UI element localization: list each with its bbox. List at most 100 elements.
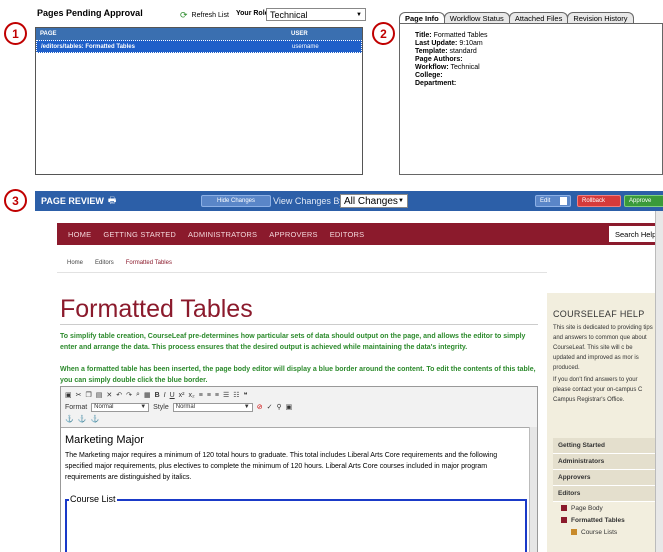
info-last-update: Last Update: 9:10am <box>415 40 483 47</box>
tab-attached-files[interactable]: Attached Files <box>508 12 569 23</box>
rollback-button[interactable]: Rollback <box>577 195 621 207</box>
redo-icon[interactable]: ↷ <box>126 391 132 399</box>
sidebar-item-course-lists[interactable]: Course Lists <box>553 526 655 538</box>
delete-icon[interactable]: ✕ <box>106 391 112 399</box>
row-user: username <box>292 43 319 50</box>
bold-icon[interactable]: B <box>155 392 160 399</box>
align-right-icon[interactable]: ≡ <box>215 392 219 399</box>
col-page: PAGE <box>40 31 57 37</box>
tab-page-info[interactable]: Page Info <box>399 12 445 23</box>
quote-icon[interactable]: ❝ <box>244 391 248 399</box>
edit-label: Edit <box>540 198 551 204</box>
cut-icon[interactable]: ✂ <box>76 391 82 399</box>
nav-getting-started[interactable]: GETTING STARTED <box>103 230 176 239</box>
link-icon[interactable]: ⚲ <box>276 403 281 411</box>
sidebar-item-formatted-tables[interactable]: Formatted Tables <box>553 514 655 526</box>
save-icon[interactable]: ▣ <box>65 391 72 399</box>
refresh-icon: ⟳ <box>180 10 188 20</box>
sidebar-title: COURSELEAF HELP <box>553 309 645 319</box>
page-body-editor: ▣ ✂ ❐ ▤ ✕ ↶ ↷ ⌕ ▦ B I U x² x₂ ≡ ≡ ≡ ☰ ☷ … <box>60 386 538 552</box>
role-select[interactable]: Technical ▼ <box>266 8 366 21</box>
numbered-list-icon[interactable]: ☰ <box>223 391 229 399</box>
editor-scrollbar[interactable] <box>529 427 537 552</box>
paste-icon[interactable]: ▤ <box>96 391 103 399</box>
anchor-2-icon[interactable]: ⚓ <box>78 415 87 423</box>
marketing-paragraph: The Marketing major requires a minimum o… <box>65 452 498 481</box>
chevron-down-icon: ▼ <box>356 11 362 18</box>
copy-icon[interactable]: ❐ <box>86 391 92 399</box>
subscript-icon[interactable]: x₂ <box>189 392 195 399</box>
search-placeholder: Search Help <box>615 229 657 239</box>
table-icon[interactable]: ▦ <box>144 391 151 399</box>
edit-button[interactable]: Edit <box>535 195 571 207</box>
format-label: Format <box>65 403 88 411</box>
sidebar-item-approvers[interactable]: Approvers <box>553 470 655 486</box>
bulleted-list-icon[interactable]: ☷ <box>233 391 239 399</box>
page-info-fields: Title: Formatted Tables Last Update: 9:1… <box>415 32 488 88</box>
course-list-table[interactable]: Course List <box>65 494 527 552</box>
find-icon[interactable]: ⌕ <box>136 391 140 399</box>
intro-paragraph: To simplify table creation, CourseLeaf p… <box>60 333 526 351</box>
page-review-bar: PAGE REVIEW 🖶 Hide Changes View Changes … <box>35 191 663 211</box>
hide-changes-label: Hide Changes <box>216 198 256 204</box>
site-nav: HOME GETTING STARTED ADMINISTRATORS APPR… <box>57 223 663 245</box>
nav-administrators[interactable]: ADMINISTRATORS <box>188 230 257 239</box>
image-icon[interactable]: ▣ <box>286 403 293 411</box>
edit-icon <box>560 197 567 205</box>
anchor-3-icon[interactable]: ⚓ <box>90 415 99 423</box>
sidebar-item-administrators[interactable]: Administrators <box>553 454 655 470</box>
check-icon[interactable]: ✓ <box>267 403 273 411</box>
hide-changes-button[interactable]: Hide Changes <box>201 195 271 207</box>
print-icon[interactable]: 🖶 <box>108 193 117 209</box>
info-department: Department: <box>415 80 457 87</box>
chevron-down-icon: ▼ <box>140 404 147 410</box>
underline-icon[interactable]: U <box>170 392 175 399</box>
spellcheck-icon[interactable]: ⊘ <box>257 403 263 411</box>
callout-2: 2 <box>372 22 395 45</box>
sidebar-sub-label: Formatted Tables <box>571 516 625 524</box>
refresh-list-button[interactable]: ⟳ Refresh List <box>180 10 229 21</box>
nav-approvers[interactable]: APPROVERS <box>269 230 317 239</box>
italic-icon[interactable]: I <box>164 392 166 399</box>
sidebar-sub-label: Page Body <box>571 504 603 512</box>
align-center-icon[interactable]: ≡ <box>207 392 211 399</box>
breadcrumb-divider <box>57 272 547 273</box>
border-paragraph: When a formatted table has been inserted… <box>60 366 536 384</box>
title-divider <box>60 324 538 325</box>
callout-3: 3 <box>4 189 27 212</box>
editor-content[interactable]: Marketing Major The Marketing major requ… <box>61 427 531 552</box>
align-left-icon[interactable]: ≡ <box>199 392 203 399</box>
page-scrollbar[interactable] <box>655 211 663 552</box>
sidebar-item-getting-started[interactable]: Getting Started <box>553 438 655 454</box>
course-list-legend: Course List <box>69 494 117 504</box>
crumb-editors[interactable]: Editors <box>95 260 114 266</box>
marketing-heading: Marketing Major <box>65 434 144 446</box>
refresh-label: Refresh List <box>191 12 229 19</box>
pending-table: PAGE USER /editors/tables: Formatted Tab… <box>35 27 363 175</box>
tab-revision-history[interactable]: Revision History <box>567 12 634 23</box>
role-label: Your Role <box>236 10 269 17</box>
anchor-icon[interactable]: ⚓ <box>65 415 74 423</box>
nav-editors[interactable]: EDITORS <box>330 230 365 239</box>
info-page-authors: Page Authors: <box>415 56 463 63</box>
crumb-home[interactable]: Home <box>67 260 83 266</box>
bullet-icon <box>561 505 567 511</box>
style-label: Style <box>153 403 169 411</box>
superscript-icon[interactable]: x² <box>179 392 185 399</box>
info-template: Template: standard <box>415 48 477 55</box>
sidebar-item-editors[interactable]: Editors <box>553 486 655 502</box>
table-row[interactable]: /editors/tables: Formatted Tables userna… <box>36 40 362 53</box>
sidebar-item-page-body[interactable]: Page Body <box>553 502 655 514</box>
nav-home[interactable]: HOME <box>68 230 91 239</box>
chevron-down-icon: ▼ <box>243 404 250 410</box>
view-changes-select[interactable]: All Changes ▼ <box>340 194 408 208</box>
tab-workflow-status[interactable]: Workflow Status <box>443 12 510 23</box>
undo-icon[interactable]: ↶ <box>116 391 122 399</box>
bullet-icon <box>561 517 567 523</box>
breadcrumb: Home Editors Formatted Tables <box>67 260 172 266</box>
approve-button[interactable]: Approve <box>624 195 663 207</box>
format-select[interactable]: Normal ▼ <box>91 402 150 412</box>
info-workflow: Workflow: Technical <box>415 64 480 71</box>
style-select[interactable]: Normal ▼ <box>172 402 253 412</box>
callout-1: 1 <box>4 22 27 45</box>
